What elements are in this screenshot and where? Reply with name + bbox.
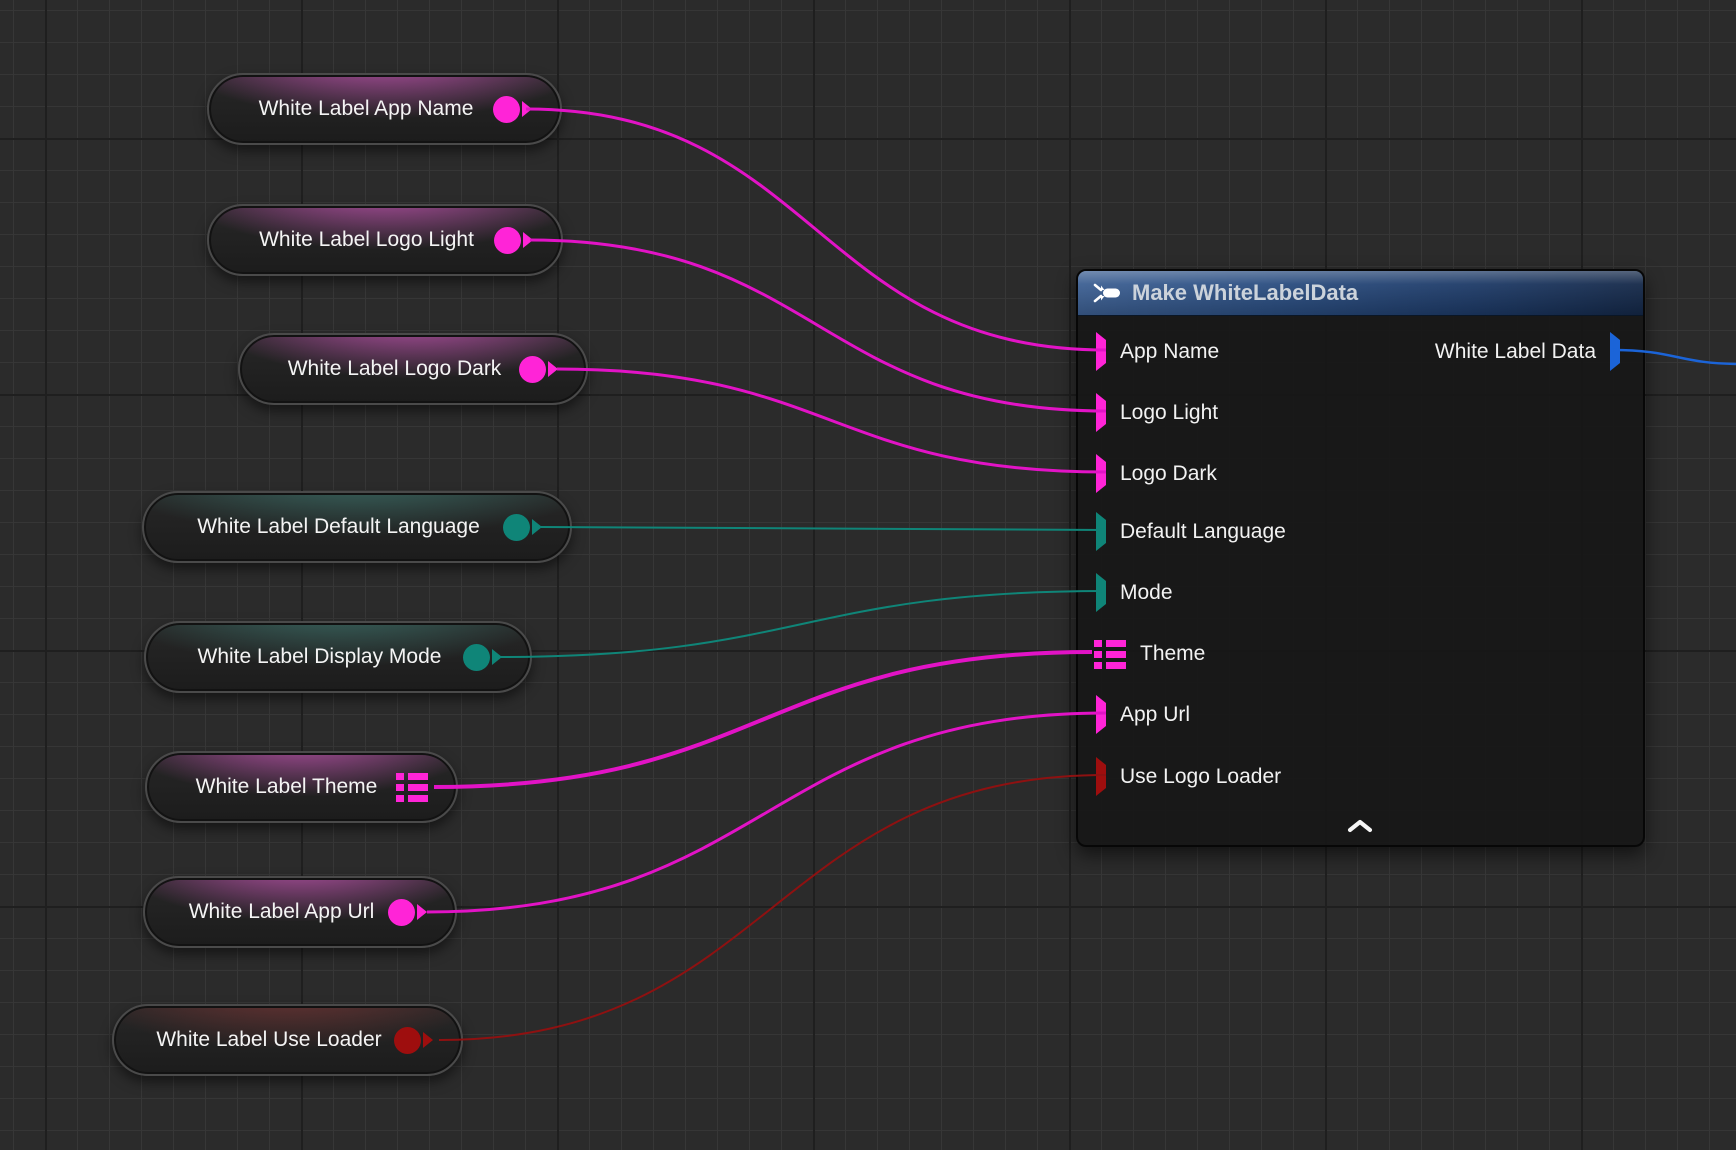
input-pin-row-logo-dark[interactable]: Logo Dark xyxy=(1094,454,1217,494)
pin-arrow xyxy=(417,904,427,920)
getter-node-label: White Label Theme xyxy=(147,775,396,799)
blueprint-graph-canvas[interactable]: White Label App Name White Label Logo Lig… xyxy=(0,0,1736,1150)
pin-arrow xyxy=(532,519,542,535)
output-pin-label: White Label Data xyxy=(1435,340,1596,364)
pin-arrow xyxy=(1096,393,1106,432)
struct-grid-pin-icon[interactable] xyxy=(1094,640,1126,669)
pin-arrow xyxy=(1096,332,1106,371)
make-node-header[interactable]: Make WhiteLabelData xyxy=(1078,271,1643,316)
getter-node-label: White Label Display Mode xyxy=(146,645,463,669)
input-pin-label: Mode xyxy=(1120,581,1173,605)
pin-circle[interactable] xyxy=(519,356,546,383)
pin-arrow xyxy=(523,232,533,248)
input-pin-row-theme[interactable]: Theme xyxy=(1094,634,1205,674)
input-pin-row-default-language[interactable]: Default Language xyxy=(1094,512,1286,552)
pin-circle[interactable] xyxy=(394,1027,421,1054)
output-pin-row-white-label-data[interactable]: White Label Data xyxy=(1435,332,1620,372)
pin-arrow xyxy=(1096,573,1106,612)
pin-arrow xyxy=(548,361,558,377)
wire[interactable] xyxy=(498,591,1106,657)
wire[interactable] xyxy=(434,652,1092,787)
input-pin-row-app-url[interactable]: App Url xyxy=(1094,695,1190,735)
collapse-chevron-icon[interactable] xyxy=(1347,819,1373,838)
getter-node-label: White Label App Url xyxy=(145,900,388,924)
wire[interactable] xyxy=(439,775,1106,1040)
pin-arrow xyxy=(1096,695,1106,734)
pin-circle[interactable] xyxy=(493,96,520,123)
input-pin-label: Theme xyxy=(1140,642,1205,666)
pin-arrow xyxy=(492,649,502,665)
input-pin-label: App Url xyxy=(1120,703,1190,727)
pin-arrow xyxy=(1096,454,1106,493)
input-pin-label: Logo Light xyxy=(1120,401,1218,425)
getter-node-label: White Label App Name xyxy=(209,97,493,121)
getter-node-use-loader[interactable]: White Label Use Loader xyxy=(112,1004,463,1076)
wire[interactable] xyxy=(541,527,1106,530)
pin-circle[interactable] xyxy=(388,899,415,926)
pin-circle[interactable] xyxy=(463,644,490,671)
wire[interactable] xyxy=(427,713,1106,912)
getter-node-label: White Label Logo Light xyxy=(209,228,494,252)
pin-circle[interactable] xyxy=(503,514,530,541)
pin-arrow xyxy=(423,1032,433,1048)
input-pin-label: App Name xyxy=(1120,340,1219,364)
input-pin-row-use-logo-loader[interactable]: Use Logo Loader xyxy=(1094,757,1281,797)
getter-node-default-language[interactable]: White Label Default Language xyxy=(142,491,572,563)
getter-node-label: White Label Use Loader xyxy=(114,1028,394,1052)
getter-node-logo-light[interactable]: White Label Logo Light xyxy=(207,204,563,276)
wire[interactable] xyxy=(530,240,1106,411)
pin-arrow xyxy=(1610,332,1620,371)
pin-circle[interactable] xyxy=(494,227,521,254)
input-pin-label: Logo Dark xyxy=(1120,462,1217,486)
getter-node-app-name[interactable]: White Label App Name xyxy=(207,73,562,145)
input-pin-row-app-name[interactable]: App Name xyxy=(1094,332,1219,372)
getter-node-label: White Label Logo Dark xyxy=(240,357,519,381)
getter-node-display-mode[interactable]: White Label Display Mode xyxy=(144,621,532,693)
make-whitelabeldata-node[interactable]: Make WhiteLabelData App Name Logo Light Lo… xyxy=(1076,269,1645,847)
getter-node-theme[interactable]: White Label Theme xyxy=(145,751,458,823)
wire[interactable] xyxy=(526,109,1106,350)
input-pin-label: Default Language xyxy=(1120,520,1286,544)
pin-arrow xyxy=(1096,512,1106,551)
pin-arrow xyxy=(522,101,532,117)
make-node-title: Make WhiteLabelData xyxy=(1132,280,1358,306)
struct-grid-pin-icon[interactable] xyxy=(396,773,428,802)
input-pin-label: Use Logo Loader xyxy=(1120,765,1281,789)
getter-node-app-url[interactable]: White Label App Url xyxy=(143,876,457,948)
getter-node-logo-dark[interactable]: White Label Logo Dark xyxy=(238,333,588,405)
make-struct-icon xyxy=(1092,282,1122,304)
input-pin-row-mode[interactable]: Mode xyxy=(1094,573,1173,613)
wire[interactable] xyxy=(557,369,1106,472)
input-pin-row-logo-light[interactable]: Logo Light xyxy=(1094,393,1218,433)
getter-node-label: White Label Default Language xyxy=(144,515,503,539)
pin-arrow xyxy=(1096,757,1106,796)
